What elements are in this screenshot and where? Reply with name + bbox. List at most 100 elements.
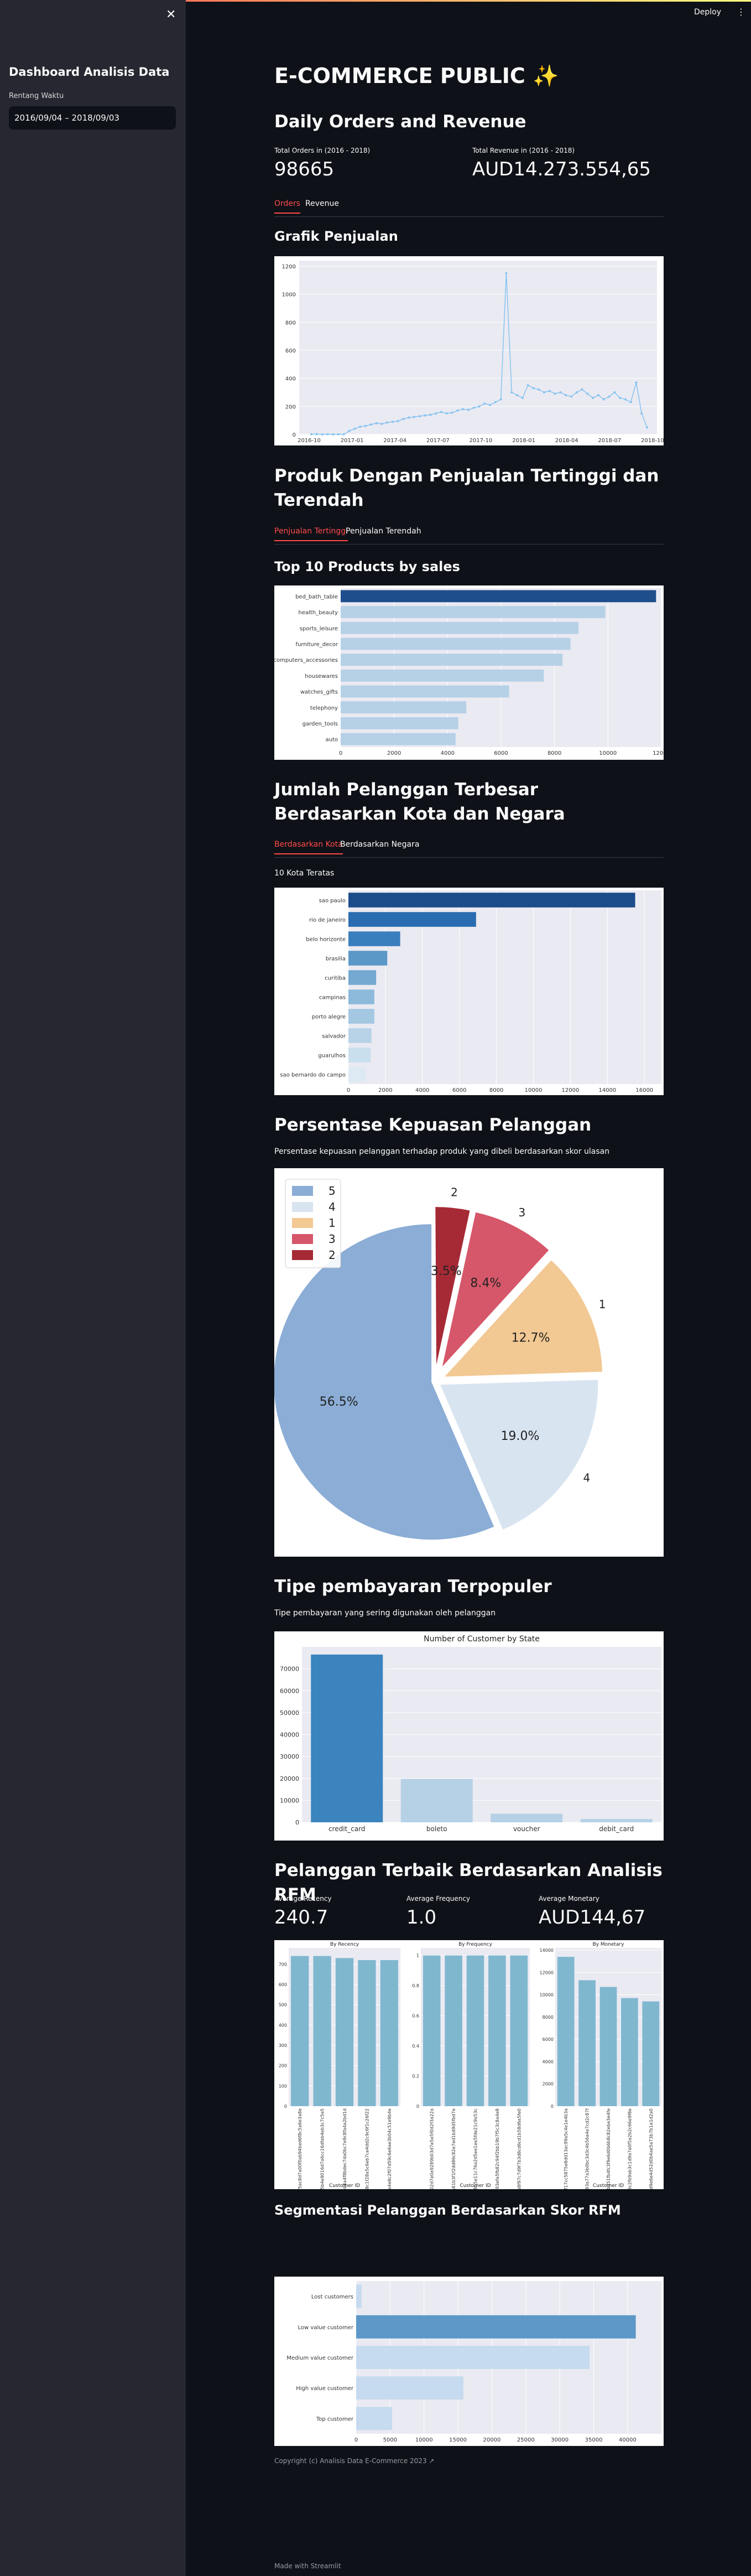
x-tick-label: 0002d7e0a9289b03d7e5e5f0d2f3a22a (430, 2108, 435, 2189)
x-tick-label: 2018-04 (555, 438, 578, 444)
sidebar: ✕ Dashboard Analisis Data Rentang Waktu … (0, 0, 186, 2576)
x-tick-label: 0f5ac8d7a00f0ab94bed6f8c5a6e3a8e (298, 2108, 303, 2189)
tab-revenue[interactable]: Revenue (305, 199, 339, 212)
bar (341, 701, 467, 714)
vertical-dots-icon[interactable]: ⋮ (737, 7, 745, 17)
data-point (640, 412, 643, 414)
made-with-streamlit[interactable]: Made with Streamlit (274, 2562, 341, 2570)
data-point (456, 409, 459, 412)
x-tick-label: 2018-01 (512, 438, 535, 444)
bar (341, 717, 458, 729)
category-label: computers_accessories (274, 657, 338, 664)
chart-title: By Monetary (593, 1942, 625, 1947)
data-point (499, 398, 502, 401)
bar (348, 912, 476, 927)
tab-orders[interactable]: Orders (274, 199, 301, 214)
data-point (548, 390, 551, 392)
avg-monetary-label: Average Monetary (539, 1895, 599, 1903)
y-tick-label: 10000 (540, 1993, 554, 1998)
date-range-input[interactable]: 2016/09/04 – 2018/09/03 (9, 106, 176, 129)
x-tick-label: 2000 (378, 1087, 392, 1093)
x-tick-label: 2018-10 (641, 438, 664, 444)
category-label: High value customer (296, 2386, 354, 2392)
legend-swatch (292, 1250, 313, 1260)
data-point (597, 394, 599, 397)
x-tick-label: 63c2fb9ab3c1d9a7e0f5a2b2c66e9f8e (627, 2108, 632, 2189)
satisfaction-pie-chart: 56.5%519.0%412.7%18.4%33.5%254132 (258, 1168, 664, 1557)
bar (341, 606, 606, 618)
bar (466, 1955, 484, 2106)
bar (599, 1987, 617, 2106)
close-icon[interactable]: ✕ (166, 8, 176, 22)
data-point (613, 391, 616, 393)
segment-heading: Segmentasi Pelanggan Berdasarkan Skor RF… (274, 2202, 621, 2218)
top-cities-subtitle: 10 Kota Teratas (274, 869, 335, 878)
x-tick-label: 14000 (598, 1087, 616, 1093)
date-range-label: Rentang Waktu (9, 92, 64, 100)
bar (341, 685, 509, 698)
x-tick-label: 10000 (599, 750, 617, 756)
data-point (445, 412, 448, 414)
products-heading: Produk Dengan Penjualan Tertinggi dan Te… (274, 466, 659, 510)
customers-heading: Jumlah Pelanggan Terbesar Berdasarkan Ko… (274, 780, 565, 824)
bar (557, 1957, 575, 2106)
x-tick-label: cb8d9e6e4d52d0b4ae5a73b7b1e1d2a0 (649, 2108, 654, 2189)
y-tick-label: 40000 (280, 1732, 299, 1739)
data-point (608, 395, 611, 398)
category-label: belo horizonte (306, 937, 346, 943)
data-point (408, 416, 410, 419)
tab-by-country[interactable]: Berdasarkan Negara (340, 840, 419, 853)
data-point (629, 401, 632, 403)
top-products-chart: 0 2000 4000 6000 8000 10000 12000 bed_bath_tabl… (273, 585, 670, 760)
x-tick-label: 8000 (489, 1087, 503, 1093)
x-tick-label: 16000 (635, 1087, 653, 1093)
y-tick-label: 1 (416, 1953, 419, 1958)
deploy-button[interactable]: Deploy (694, 8, 721, 17)
bar (356, 2376, 463, 2400)
x-tick-label: 2000 (387, 750, 401, 756)
bar (341, 733, 456, 745)
y-tick-label: 60000 (280, 1687, 299, 1694)
y-tick-label: 10000 (280, 1797, 299, 1804)
chart-title: By Frequency (458, 1942, 493, 1947)
bar (348, 931, 400, 946)
tab-lowest-sales[interactable]: Penjualan Terendah (346, 527, 421, 540)
y-tick-label: 2000 (543, 2082, 554, 2087)
data-point (494, 401, 497, 403)
sales-chart-title: Grafik Penjualan (274, 229, 398, 244)
data-point (435, 412, 437, 414)
category-label: credit_card (328, 1825, 366, 1833)
chart-title: By Recency (330, 1942, 359, 1947)
y-tick-label: 0.4 (412, 2044, 419, 2049)
slice-label: 2 (451, 1185, 458, 1199)
y-tick-label: 50000 (280, 1709, 299, 1717)
data-point (451, 411, 453, 414)
y-tick-label: 500 (279, 2003, 287, 2008)
satisfaction-caption: Persentase kepuasan pelanggan terhadap p… (274, 1147, 610, 1156)
bar (348, 951, 388, 966)
y-tick-label: 1000 (282, 292, 296, 298)
y-tick-label: 0 (551, 2104, 554, 2109)
x-tick-label: 40000 (619, 2437, 637, 2443)
data-point (624, 398, 627, 401)
tab-by-city[interactable]: Berdasarkan Kota (274, 840, 343, 854)
y-tick-label: 30000 (280, 1753, 299, 1760)
x-tick-label: ea81b3f1f2dd86c82e7ed1bd9d5fbd7e (451, 2108, 456, 2189)
y-tick-label: 1200 (282, 264, 296, 270)
bar (445, 1955, 462, 2106)
data-point (570, 395, 572, 398)
bar (358, 1960, 376, 2106)
x-tick-label: 5000 (383, 2437, 397, 2443)
tab-highest-sales[interactable]: Penjualan Tertinggi (274, 527, 348, 541)
data-point (516, 394, 519, 397)
data-point (348, 429, 351, 432)
bar (400, 1779, 473, 1822)
data-point (532, 387, 535, 390)
bar (341, 637, 571, 650)
x-tick-label: 8000 (547, 750, 561, 756)
bar (356, 2407, 393, 2430)
category-label: watches_gifts (300, 690, 338, 696)
copyright-text[interactable]: Copyright (c) Analisis Data E-Commerce 2… (274, 2457, 434, 2465)
y-tick-label: 70000 (280, 1666, 299, 1673)
slice-label: 1 (599, 1298, 606, 1311)
